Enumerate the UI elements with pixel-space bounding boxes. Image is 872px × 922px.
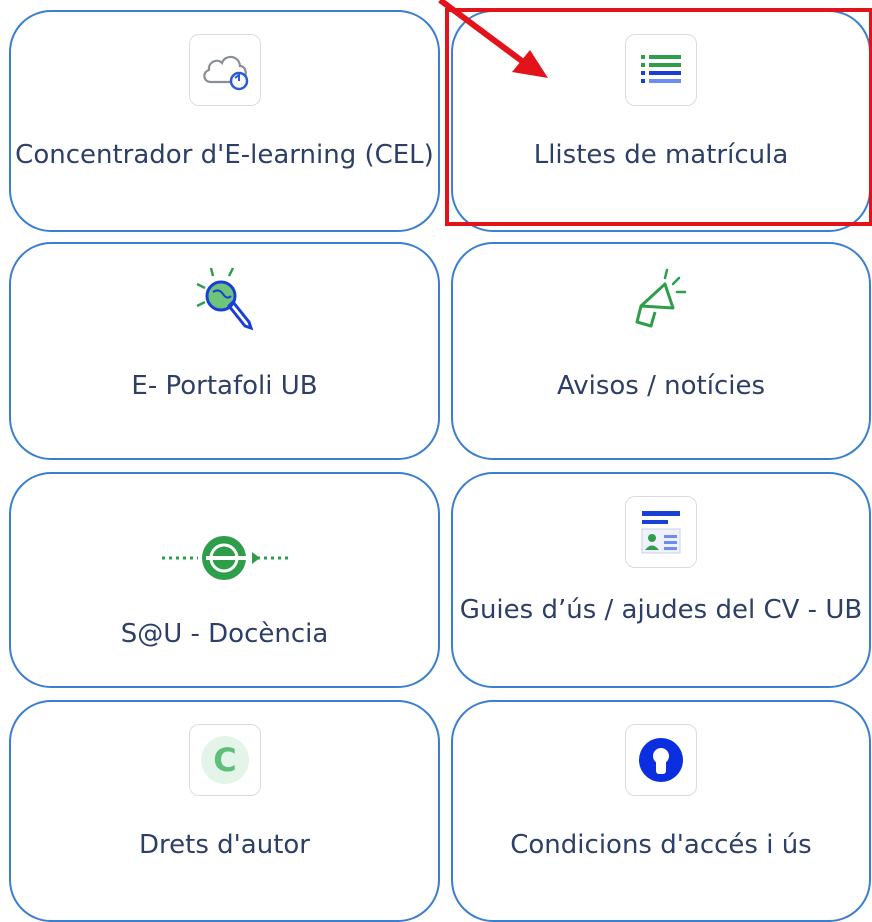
tile-sau-docencia[interactable]: S@U - Docència (9, 472, 440, 688)
keyhole-icon (625, 724, 697, 796)
tile-llistes-matricula[interactable]: Llistes de matrícula (451, 10, 871, 232)
tile-drets-autor[interactable]: C Drets d'autor (9, 700, 440, 922)
tile-guies-us-label: Guies d’ús / ajudes del CV - UB (459, 595, 863, 625)
list-icon (625, 34, 697, 106)
id-card-icon (625, 496, 697, 568)
tile-cel-label: Concentrador d'E-learning (CEL) (15, 140, 434, 170)
cloud-sync-icon (188, 34, 261, 106)
tile-llistes-matricula-label: Llistes de matrícula (533, 140, 789, 170)
tile-condicions-acces[interactable]: Condicions d'accés i ús (451, 700, 871, 922)
tile-drets-autor-label: Drets d'autor (139, 830, 310, 860)
svg-text:C: C (213, 741, 236, 779)
tile-e-portafoli[interactable]: E- Portafoli UB (9, 242, 440, 460)
globe-pen-icon (185, 262, 265, 346)
tile-sau-docencia-label: S@U - Docència (120, 619, 329, 649)
route-icon (160, 530, 290, 590)
tile-avisos-noticies[interactable]: Avisos / notícies (451, 242, 871, 460)
tile-guies-us[interactable]: Guies d’ús / ajudes del CV - UB (451, 472, 871, 688)
tile-avisos-noticies-label: Avisos / notícies (556, 371, 766, 401)
megaphone-icon (621, 264, 701, 344)
tile-condicions-acces-label: Condicions d'accés i ús (510, 830, 812, 860)
tile-e-portafoli-label: E- Portafoli UB (131, 371, 318, 401)
tile-cel[interactable]: Concentrador d'E-learning (CEL) (9, 10, 440, 232)
copyright-icon: C (188, 724, 261, 796)
